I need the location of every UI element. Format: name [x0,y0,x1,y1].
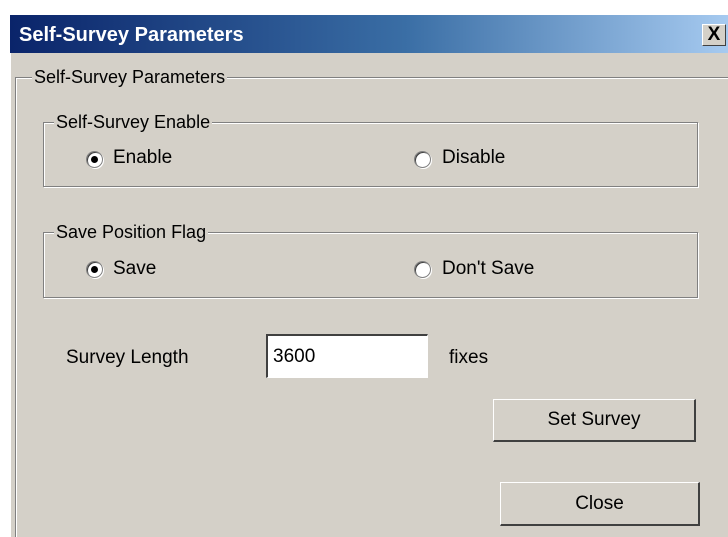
dont-save-radio[interactable] [414,261,431,278]
enable-radio-label[interactable]: Enable [113,147,172,169]
survey-length-label: Survey Length [66,347,189,368]
survey-length-input[interactable] [266,334,428,378]
save-radio[interactable] [86,261,103,278]
set-survey-button[interactable]: Set Survey [493,399,696,442]
survey-length-unit: fixes [449,347,489,368]
close-icon[interactable]: X [702,24,726,46]
save-position-flag-group-title: Save Position Flag [54,221,209,243]
close-button[interactable]: Close [500,482,700,526]
disable-radio-label[interactable]: Disable [442,147,505,169]
enable-radio[interactable] [86,151,103,168]
window-title: Self-Survey Parameters [19,24,244,46]
dont-save-radio-label[interactable]: Don't Save [442,258,534,280]
self-survey-parameters-group-title: Self-Survey Parameters [32,66,228,88]
self-survey-dialog: Self-Survey Parameters X Self-Survey Par… [10,15,728,537]
title-bar: Self-Survey Parameters X [10,15,728,53]
disable-radio[interactable] [414,151,431,168]
self-survey-enable-group-title: Self-Survey Enable [54,111,213,133]
save-radio-label[interactable]: Save [113,258,156,280]
